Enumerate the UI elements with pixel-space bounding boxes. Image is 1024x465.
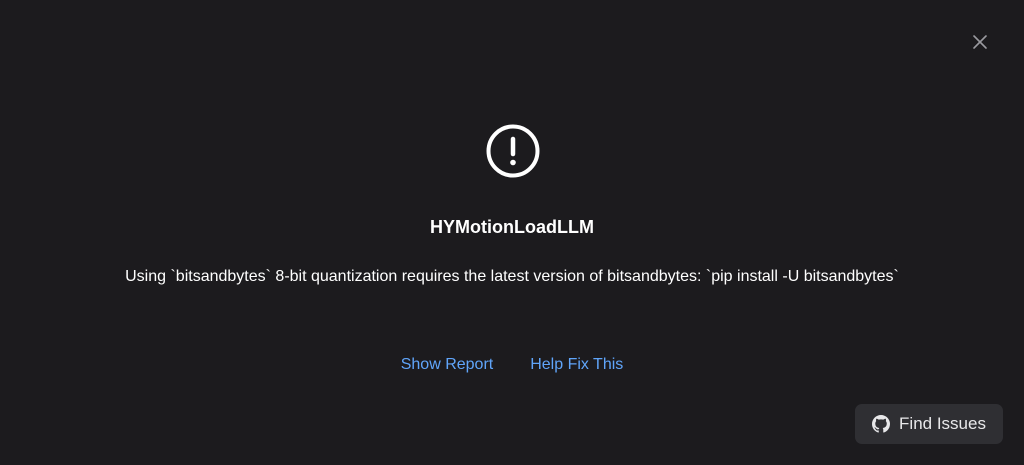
show-report-link[interactable]: Show Report	[401, 355, 494, 375]
dialog-title: HYMotionLoadLLM	[430, 217, 594, 237]
help-fix-link[interactable]: Help Fix This	[530, 355, 623, 375]
close-icon	[973, 35, 987, 49]
error-dialog: HYMotionLoadLLM Using `bitsandbytes` 8-b…	[0, 0, 1024, 465]
find-issues-button[interactable]: Find Issues	[855, 404, 1003, 444]
github-icon	[872, 415, 891, 433]
exclamation-circle-icon	[486, 124, 540, 178]
close-button[interactable]	[970, 32, 990, 52]
find-issues-label: Find Issues	[899, 414, 986, 433]
action-links: Show Report Help Fix This	[0, 355, 1024, 375]
error-message: Using `bitsandbytes` 8-bit quantization …	[125, 268, 899, 285]
